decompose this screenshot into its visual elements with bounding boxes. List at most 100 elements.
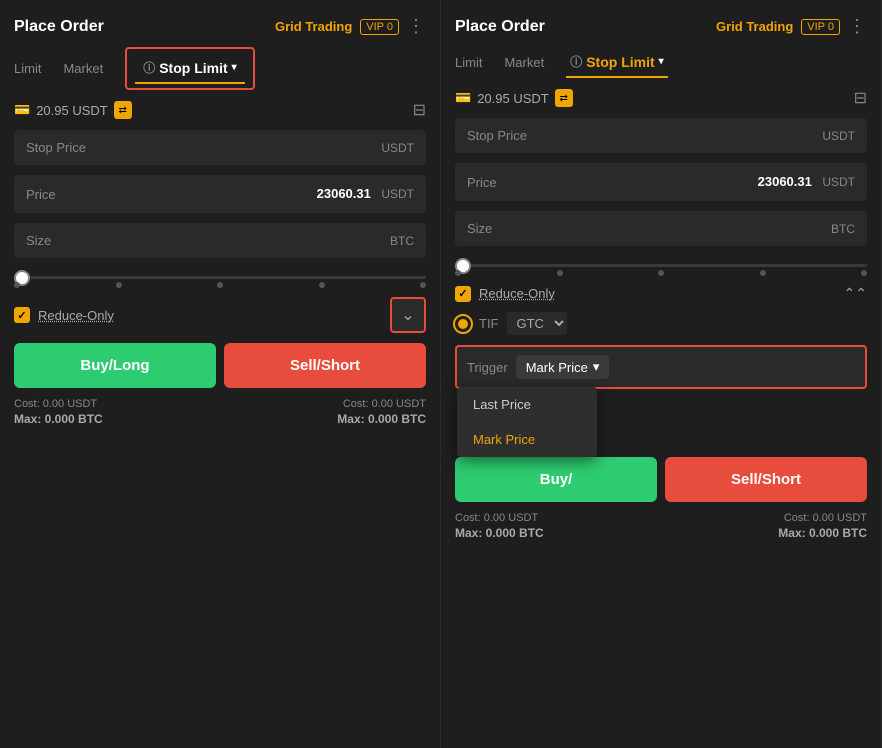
left-expand-chevron-icon: ⌄ <box>401 305 414 325</box>
left-size-currency: BTC <box>390 234 414 248</box>
right-dots-menu[interactable]: ⋮ <box>848 16 867 37</box>
right-swap-icon[interactable]: ⇄ <box>555 89 573 107</box>
left-tabs: Limit Market ⓘ Stop Limit ▾ <box>14 47 426 90</box>
right-price-currency: USDT <box>822 175 855 189</box>
right-price-value-group: 23060.31 USDT <box>758 173 855 191</box>
left-cost-buy: Cost: 0.00 USDT Max: 0.000 BTC <box>14 398 103 426</box>
right-trigger-select-btn[interactable]: Mark Price ▾ <box>516 355 610 379</box>
right-calc-icon[interactable]: ⊟ <box>854 88 867 108</box>
left-size-label: Size <box>26 233 51 248</box>
right-collapse-btn[interactable]: ⌃⌃ <box>844 285 867 302</box>
right-balance-row: 💳 20.95 USDT ⇄ ⊟ <box>455 88 867 108</box>
left-dot-3 <box>217 282 223 288</box>
left-dot-5 <box>420 282 426 288</box>
right-slider-track[interactable] <box>455 264 867 267</box>
right-stop-price-currency: USDT <box>822 129 855 143</box>
right-dot-4 <box>760 270 766 276</box>
right-cost-sell: Cost: 0.00 USDT Max: 0.000 BTC <box>778 512 867 540</box>
right-cost-buy-label: Cost: 0.00 USDT <box>455 512 544 524</box>
right-price-row[interactable]: Price 23060.31 USDT <box>455 163 867 201</box>
right-header: Place Order Grid Trading VIP 0 ⋮ <box>455 16 867 37</box>
right-dot-2 <box>557 270 563 276</box>
right-balance-amount: 20.95 USDT <box>477 91 549 106</box>
left-reduce-checkbox[interactable] <box>14 307 30 323</box>
right-reduce-checkbox[interactable] <box>455 286 471 302</box>
right-tif-select[interactable]: GTC IOC FOK <box>507 312 567 335</box>
left-expand-btn[interactable]: ⌄ <box>390 297 426 333</box>
left-stop-limit-label: Stop Limit <box>159 60 227 76</box>
left-calc-icon[interactable]: ⊟ <box>413 100 426 120</box>
right-tif-radio[interactable] <box>455 316 471 332</box>
left-balance-amount: 20.95 USDT <box>36 103 108 118</box>
left-cost-row: Cost: 0.00 USDT Max: 0.000 BTC Cost: 0.0… <box>14 398 426 426</box>
left-expand-row: Reduce-Only ⌄ <box>14 297 426 333</box>
right-sell-btn[interactable]: Sell/Short <box>665 457 867 502</box>
left-dots-menu[interactable]: ⋮ <box>407 16 426 37</box>
left-tab-market[interactable]: Market <box>63 55 113 82</box>
stop-limit-info-icon: ⓘ <box>143 59 155 76</box>
right-btn-row: Buy/ Sell/Short <box>455 457 867 502</box>
right-max-sell-label: Max: 0.000 BTC <box>778 526 867 540</box>
right-cost-buy: Cost: 0.00 USDT Max: 0.000 BTC <box>455 512 544 540</box>
right-dropdown-last-price[interactable]: Last Price <box>457 387 597 422</box>
right-tab-market[interactable]: Market <box>504 49 554 76</box>
left-price-currency: USDT <box>381 187 414 201</box>
right-tab-stop-limit[interactable]: ⓘ Stop Limit ▾ <box>566 47 667 78</box>
right-dot-1 <box>455 270 461 276</box>
right-stop-limit-chevron: ▾ <box>659 56 664 67</box>
right-panel-title: Place Order <box>455 18 545 36</box>
left-dot-1 <box>14 282 20 288</box>
right-panel: Place Order Grid Trading VIP 0 ⋮ Limit M… <box>441 0 882 748</box>
right-price-label: Price <box>467 175 497 190</box>
left-swap-icon[interactable]: ⇄ <box>114 101 132 119</box>
left-cost-sell-label: Cost: 0.00 USDT <box>337 398 426 410</box>
right-size-label: Size <box>467 221 492 236</box>
right-stop-limit-label: Stop Limit <box>586 54 654 70</box>
left-card-icon: 💳 <box>14 102 30 118</box>
left-slider-row[interactable] <box>14 268 426 287</box>
right-cost-sell-label: Cost: 0.00 USDT <box>778 512 867 524</box>
right-dropdown-mark-price[interactable]: Mark Price <box>457 422 597 457</box>
left-buy-btn[interactable]: Buy/Long <box>14 343 216 388</box>
right-trigger-row: Trigger Mark Price ▾ <box>457 347 865 387</box>
right-grid-trading[interactable]: Grid Trading <box>716 19 793 34</box>
left-price-row[interactable]: Price 23060.31 USDT <box>14 175 426 213</box>
right-reduce-row: Reduce-Only <box>455 286 555 302</box>
left-tab-stop-limit[interactable]: ⓘ Stop Limit ▾ <box>135 53 244 84</box>
left-stop-price-currency: USDT <box>381 141 414 155</box>
right-slider-row[interactable] <box>455 256 867 275</box>
left-max-buy-label: Max: 0.000 BTC <box>14 412 103 426</box>
left-dot-2 <box>116 282 122 288</box>
right-tab-limit[interactable]: Limit <box>455 49 492 76</box>
left-grid-trading[interactable]: Grid Trading <box>275 19 352 34</box>
right-cost-row: Cost: 0.00 USDT Max: 0.000 BTC Cost: 0.0… <box>455 512 867 540</box>
left-price-value-group: 23060.31 USDT <box>317 185 414 203</box>
left-tab-stop-limit-container[interactable]: ⓘ Stop Limit ▾ <box>125 47 254 90</box>
left-panel: Place Order Grid Trading VIP 0 ⋮ Limit M… <box>0 0 441 748</box>
left-balance-info: 💳 20.95 USDT ⇄ <box>14 101 132 119</box>
right-size-row[interactable]: Size BTC <box>455 211 867 246</box>
left-dot-4 <box>319 282 325 288</box>
left-max-sell-label: Max: 0.000 BTC <box>337 412 426 426</box>
left-header-right: Grid Trading VIP 0 ⋮ <box>275 16 426 37</box>
left-size-row[interactable]: Size BTC <box>14 223 426 258</box>
left-sell-btn[interactable]: Sell/Short <box>224 343 426 388</box>
right-price-value: 23060.31 <box>758 174 812 189</box>
right-reduce-label: Reduce-Only <box>479 286 555 301</box>
right-slider-dots <box>455 270 867 276</box>
right-tabs: Limit Market ⓘ Stop Limit ▾ <box>455 47 867 78</box>
left-reduce-label: Reduce-Only <box>38 308 114 323</box>
right-buy-btn[interactable]: Buy/ <box>455 457 657 502</box>
left-tab-limit[interactable]: Limit <box>14 55 51 82</box>
right-size-currency: BTC <box>831 222 855 236</box>
left-stop-price-row[interactable]: Stop Price USDT <box>14 130 426 165</box>
right-dot-5 <box>861 270 867 276</box>
right-dot-3 <box>658 270 664 276</box>
right-stop-price-row[interactable]: Stop Price USDT <box>455 118 867 153</box>
right-trigger-dropdown: Last Price Mark Price <box>457 387 597 457</box>
left-slider-track[interactable] <box>14 276 426 279</box>
right-balance-info: 💳 20.95 USDT ⇄ <box>455 89 573 107</box>
right-tif-row: TIF GTC IOC FOK <box>455 312 867 335</box>
left-price-label: Price <box>26 187 56 202</box>
right-header-right: Grid Trading VIP 0 ⋮ <box>716 16 867 37</box>
